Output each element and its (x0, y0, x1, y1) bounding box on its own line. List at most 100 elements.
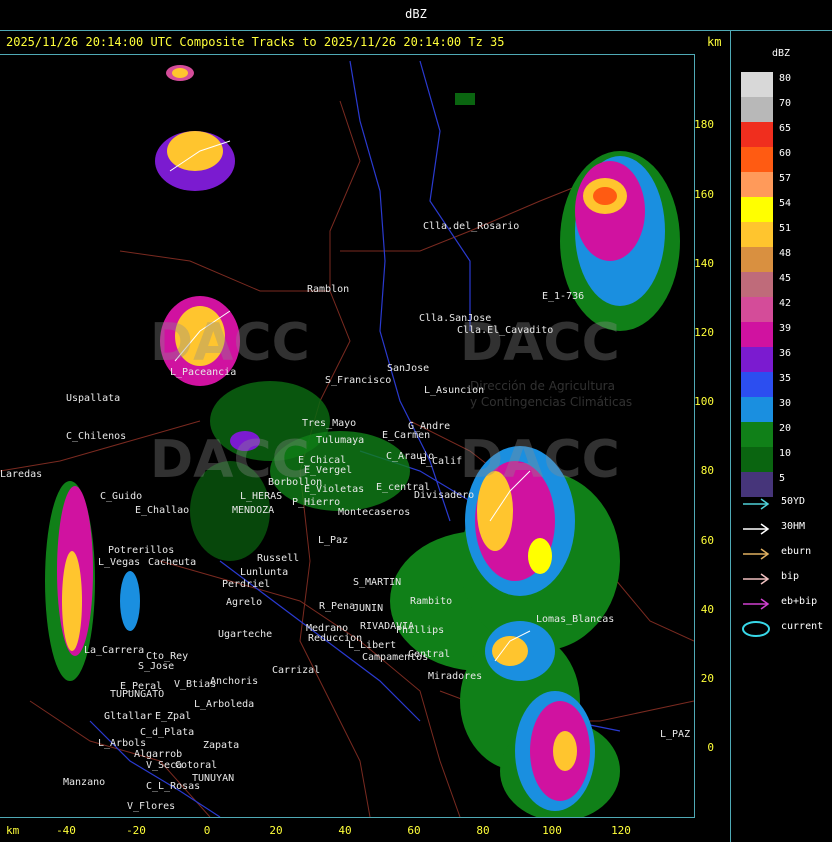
place-label: Cacheuta (148, 557, 197, 568)
track-label: current (781, 621, 824, 632)
y-axis-tick: 40 (700, 603, 714, 616)
place-label: Tulumaya (316, 435, 365, 446)
place-label: Potrerillos (108, 545, 175, 556)
track-legend-item: current (741, 621, 831, 637)
legend-value: 20 (779, 423, 792, 434)
legend-swatch (741, 247, 773, 272)
place-label: L_PAZ (660, 729, 691, 740)
legend-value: 48 (779, 248, 792, 259)
legend-swatch (741, 422, 773, 447)
place-label: TUPUNGATO (110, 689, 165, 700)
place-label: Miradores (428, 671, 483, 682)
place-label: Russell (257, 553, 300, 564)
place-label: Divisadero (414, 490, 475, 501)
watermark-subtitle: y Contingencias Climáticas (470, 395, 633, 409)
place-label: R_Pena (319, 601, 356, 612)
place-label: S_Jose (138, 661, 175, 672)
place-label: L_Vegas (98, 557, 141, 568)
place-label: Agrelo (226, 597, 263, 608)
composite-header: 2025/11/26 20:14:00 UTC Composite Tracks… (6, 35, 505, 49)
place-label: Algarrob (134, 749, 183, 760)
place-label: Anchoris (210, 676, 259, 687)
place-label: E_Zpal (155, 711, 192, 722)
watermark-subtitle: Dirección de Agricultura (470, 379, 615, 393)
y-axis-tick: 20 (700, 672, 714, 685)
legend-swatch (741, 72, 773, 97)
place-label: Manzano (63, 777, 106, 788)
arrow-right-icon (743, 598, 770, 610)
arrow-right-icon (743, 498, 770, 510)
place-label: L_Asuncion (424, 385, 485, 396)
track-legend-item: 30HM (741, 521, 831, 537)
place-label: Perdriel (222, 579, 271, 590)
window-title: dBZ (405, 7, 427, 21)
place-label: E_Carmen (382, 430, 431, 441)
y-axis-tick: 80 (700, 464, 714, 477)
place-label: Central (408, 649, 451, 660)
legend-value: 30 (779, 398, 792, 409)
place-label: Ugarteche (218, 629, 273, 640)
place-label: E_1-736 (542, 291, 585, 302)
y-axis-tick: 180 (694, 118, 714, 131)
legend-value: 60 (779, 148, 792, 159)
legend-swatch (741, 222, 773, 247)
legend-swatch (741, 397, 773, 422)
legend-value: 10 (779, 448, 792, 459)
dacc-watermark: DACC (460, 430, 620, 490)
place-label: Zapata (203, 740, 240, 751)
y-axis-tick: 160 (694, 188, 714, 201)
legend-swatch (741, 172, 773, 197)
place-label: Clla.El_Cavadito (457, 325, 554, 336)
place-label: L_Libert (348, 640, 397, 651)
x-axis-tick: -20 (126, 824, 146, 837)
x-axis-tick: 100 (542, 824, 562, 837)
x-axis-tick: -40 (56, 824, 76, 837)
place-label: V_Flores (127, 801, 176, 812)
x-axis-tick: 80 (476, 824, 490, 837)
legend-title: dBZ (772, 48, 791, 59)
track-legend-item: eb+bip (741, 596, 831, 612)
y-axis-tick: 60 (700, 534, 714, 547)
x-axis-tick: 120 (611, 824, 631, 837)
legend-swatch (741, 372, 773, 397)
radar-map[interactable]: DACC DACC DACC DACC Dirección de Agricul… (0, 54, 695, 818)
place-label: SanJose (387, 363, 430, 374)
place-label: V_Btias (174, 679, 217, 690)
place-label: MENDOZA (232, 505, 275, 516)
place-label: La_Carrera (84, 645, 145, 656)
legend-swatch (741, 272, 773, 297)
place-label: C_d_Plata (140, 727, 195, 738)
legend-value: 80 (779, 73, 792, 84)
title-bar: dBZ (0, 0, 832, 31)
track-legend-item: 50YD (741, 496, 831, 512)
place-label: E_Challao (135, 505, 190, 516)
place-label: P_Hierro (292, 497, 341, 508)
place-label: Rambito (410, 596, 453, 607)
legend-swatch (741, 472, 773, 497)
place-label: Lunlunta (240, 567, 289, 578)
place-label: E_Vergel (304, 465, 353, 476)
y-axis-tick: 0 (707, 741, 714, 754)
place-label: Ramblon (307, 284, 350, 295)
y-axis-tick: 120 (694, 326, 714, 339)
place-label: Laredas (0, 469, 43, 480)
place-label: S_Francisco (325, 375, 392, 386)
x-axis-tick: 20 (269, 824, 283, 837)
legend-swatch (741, 297, 773, 322)
y-axis-tick: 140 (694, 257, 714, 270)
legend-value: 65 (779, 123, 792, 134)
x-axis-tick: 60 (407, 824, 421, 837)
place-label: Lomas_Blancas (536, 614, 615, 625)
place-label: L_Arboleda (194, 699, 255, 710)
track-label: bip (781, 571, 800, 582)
place-label: E_Calif (420, 456, 463, 467)
y-axis-tick: 100 (694, 395, 714, 408)
legend-value: 36 (779, 348, 792, 359)
km-unit-bottom: km (6, 824, 20, 837)
legend-value: 70 (779, 98, 792, 109)
track-legend-item: bip (741, 571, 831, 587)
place-label: Clla.del_Rosario (423, 221, 520, 232)
legend-swatch (741, 347, 773, 372)
ellipse-icon (742, 621, 770, 637)
place-label: C_Chilenos (66, 431, 127, 442)
